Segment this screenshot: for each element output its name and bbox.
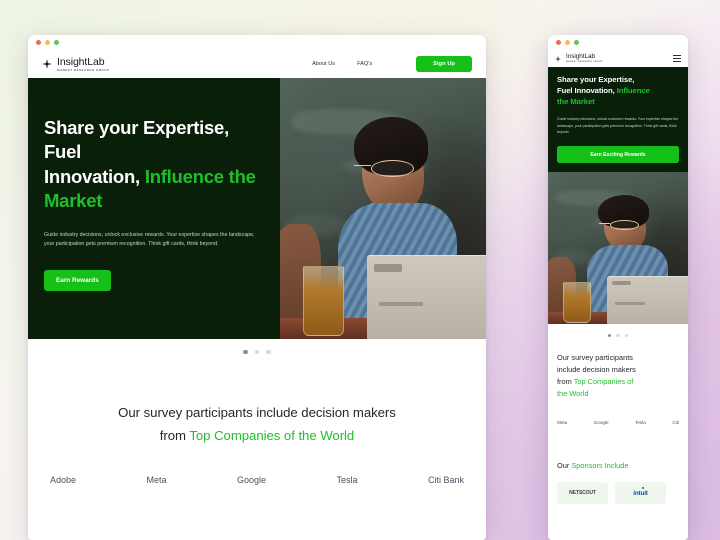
mobile-browser-window: InsightLab MARKET RESEARCH GROUP Share y…	[548, 35, 688, 540]
hero-heading-line3-accent: Market	[44, 190, 103, 212]
photo-drink-glass	[302, 265, 344, 337]
hero-copy-panel: Share your Expertise, Fuel Innovation, I…	[28, 78, 280, 339]
mobile-sponsors-heading: Our Sponsors Include	[557, 461, 679, 470]
hero-heading-line2-plain: Innovation,	[44, 165, 145, 187]
mobile-companies-heading-line2: include decision makers	[557, 365, 636, 375]
company-logo-tesla: Tesla	[336, 475, 358, 486]
photo-laptop-brandmark	[379, 301, 423, 307]
earn-rewards-button[interactable]: Earn Rewards	[44, 270, 111, 292]
carousel-dot-3[interactable]	[266, 349, 271, 355]
sponsor-logo-netscout: NETSCOUT	[569, 490, 596, 497]
four-point-star-icon	[42, 59, 52, 69]
photo-laptop-logo	[374, 264, 403, 273]
logo-name: InsightLab	[57, 55, 105, 68]
carousel-dot-2[interactable]	[254, 349, 260, 355]
window-minimize-button[interactable]	[45, 40, 50, 45]
sponsors-heading-plain: Our	[557, 461, 572, 471]
nav-link-about-us[interactable]: About Us	[312, 61, 335, 67]
companies-heading: Our survey participants include decision…	[28, 401, 486, 447]
nav-link-faqs[interactable]: FAQ's	[357, 61, 372, 67]
photo-laptop	[606, 275, 688, 325]
hero-heading-line2-accent: Influence the	[144, 165, 256, 187]
logo-tagline: MARKET RESEARCH GROUP	[57, 67, 110, 72]
mobile-window-chrome	[548, 35, 688, 50]
four-point-star-icon	[555, 55, 561, 62]
mobile-hero-heading-line2-plain: Fuel Innovation,	[557, 85, 617, 95]
carousel-dot-3[interactable]	[624, 333, 629, 337]
mobile-hero-body-text: Guide industry decisions, unlock exclusi…	[557, 116, 679, 135]
hamburger-line	[673, 55, 681, 57]
mobile-hero-heading: Share your Expertise, Fuel Innovation, I…	[557, 75, 679, 108]
mobile-companies-heading: Our survey participants include decision…	[557, 352, 679, 400]
window-close-button[interactable]	[556, 40, 561, 45]
carousel-dot-1[interactable]	[607, 333, 612, 337]
company-logo-adobe: Adobe	[50, 475, 77, 486]
mobile-logo[interactable]: InsightLab MARKET RESEARCH GROUP	[555, 52, 603, 64]
mobile-companies-heading-line1: Our survey participants	[557, 353, 633, 363]
mobile-hero-image	[548, 172, 688, 325]
mobile-hero-section: Share your Expertise, Fuel Innovation, I…	[548, 67, 688, 173]
hamburger-line	[673, 60, 681, 62]
mobile-hero-heading-line2-accent: Influence	[616, 85, 650, 95]
photo-drink-glass	[563, 281, 592, 323]
mobile-logo-name: InsightLab	[566, 52, 595, 60]
company-logo-citi-bank: Citi Bank	[427, 475, 464, 486]
mobile-navbar: InsightLab MARKET RESEARCH GROUP	[548, 50, 688, 67]
photo-laptop-brandmark	[615, 302, 645, 306]
company-logo-google: Google	[236, 475, 267, 486]
photo-laptop	[366, 255, 486, 339]
mobile-hero-photo-illustration	[548, 172, 688, 325]
mobile-logo-text: InsightLab MARKET RESEARCH GROUP	[566, 52, 603, 64]
companies-heading-line1: Our survey participants include decision…	[118, 405, 396, 420]
desktop-nav-links: About Us FAQ's	[312, 61, 372, 67]
logo[interactable]: InsightLab MARKET RESEARCH GROUP	[42, 57, 109, 72]
companies-heading-line2-accent: Top Companies of the World	[189, 428, 355, 444]
photo-person-glasses	[354, 160, 414, 178]
hero-heading: Share your Expertise, Fuel Innovation, I…	[44, 116, 262, 214]
companies-heading-line2-plain: from	[159, 428, 190, 444]
sponsors-heading-accent: Sponsors Include	[571, 461, 629, 471]
desktop-window-chrome	[28, 35, 486, 50]
logo-text: InsightLab MARKET RESEARCH GROUP	[57, 57, 109, 72]
sponsor-card-row: NETSCOUT intuit	[557, 482, 679, 505]
desktop-hero-section: Share your Expertise, Fuel Innovation, I…	[28, 78, 486, 339]
hero-heading-line1: Share your Expertise, Fuel	[44, 117, 229, 163]
mobile-companies-heading-line4-accent: the World	[557, 389, 589, 399]
hero-image	[280, 78, 486, 339]
window-minimize-button[interactable]	[565, 40, 570, 45]
hero-photo-illustration	[280, 78, 486, 339]
mobile-hero-heading-line1: Share your Expertise,	[557, 75, 635, 84]
desktop-browser-window: InsightLab MARKET RESEARCH GROUP About U…	[28, 35, 486, 540]
earn-exciting-rewards-button[interactable]: Earn Exciting Rewards	[557, 146, 679, 164]
sign-up-button[interactable]: Sign Up	[416, 56, 472, 72]
companies-section: Our survey participants include decision…	[28, 365, 486, 540]
window-close-button[interactable]	[36, 40, 41, 45]
window-maximize-button[interactable]	[574, 40, 579, 45]
sponsor-card-intuit[interactable]: intuit	[615, 482, 666, 505]
photo-laptop-logo	[612, 280, 632, 286]
desktop-navbar: InsightLab MARKET RESEARCH GROUP About U…	[28, 50, 486, 78]
hamburger-menu-icon[interactable]	[673, 55, 681, 62]
hero-carousel-dots	[28, 339, 486, 365]
mobile-companies-heading-line3-plain: from	[557, 377, 574, 387]
carousel-dot-1[interactable]	[243, 349, 248, 355]
company-logo-row: Adobe Meta Google Tesla Citi Bank	[28, 447, 486, 485]
company-logo-meta: Meta	[146, 475, 167, 486]
hamburger-line	[673, 58, 681, 59]
sponsor-card-netscout[interactable]: NETSCOUT	[557, 482, 608, 505]
mobile-sponsors-section: Our Sponsors Include NETSCOUT intuit	[548, 425, 688, 540]
sponsor-logo-intuit: intuit	[633, 487, 648, 497]
mobile-company-logo-row: Meta Google Tesla Citi	[548, 400, 688, 426]
photo-person-glasses	[598, 220, 639, 230]
window-maximize-button[interactable]	[54, 40, 59, 45]
mobile-hero-carousel-dots	[548, 324, 688, 347]
mobile-companies-section: Our survey participants include decision…	[548, 346, 688, 401]
mobile-logo-tagline: MARKET RESEARCH GROUP	[566, 61, 603, 64]
carousel-dot-2[interactable]	[616, 333, 620, 337]
mobile-hero-heading-line3-accent: the Market	[557, 96, 595, 106]
hero-body-text: Guide industry decisions, unlock exclusi…	[44, 231, 255, 248]
mobile-companies-heading-line3-accent: Top Companies of	[573, 377, 634, 387]
